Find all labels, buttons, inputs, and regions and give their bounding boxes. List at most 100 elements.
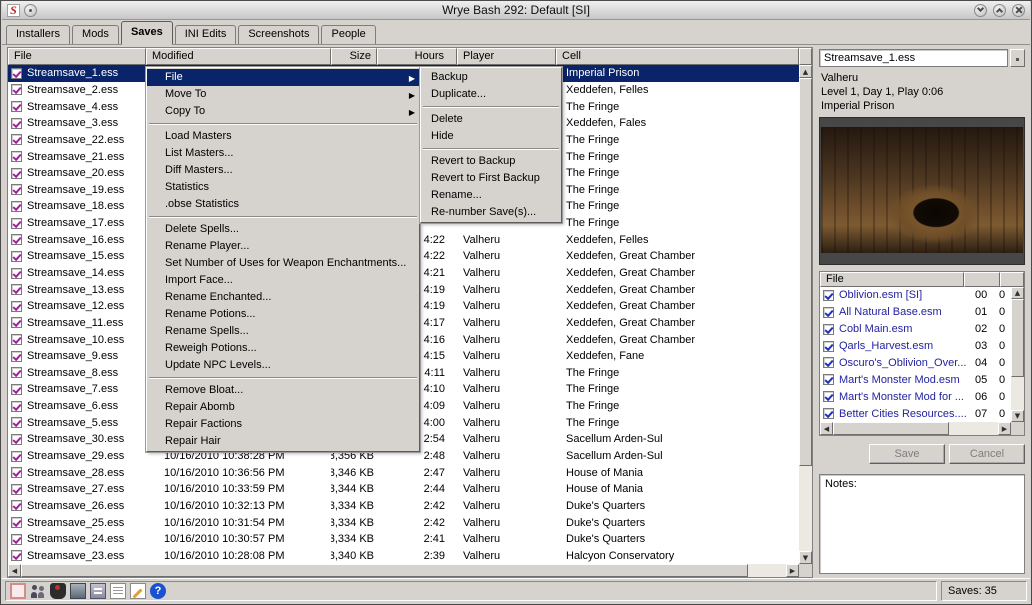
save-checkbox[interactable]	[11, 217, 22, 229]
scroll-up-icon[interactable]: ▲	[799, 65, 812, 78]
menu-item-delete-spells...[interactable]: Delete Spells... ▶	[147, 221, 419, 238]
submenu-item-rename...[interactable]: Rename... ▶	[421, 187, 561, 204]
save-checkbox[interactable]	[11, 383, 22, 395]
menu-item-rename-player...[interactable]: Rename Player... ▶	[147, 238, 419, 255]
save-checkbox[interactable]	[11, 151, 22, 163]
save-row-streamsave_28.ess[interactable]: Streamsave_28.ess 10/16/2010 10:36:56 PM…	[8, 464, 799, 481]
master-checkbox[interactable]	[823, 323, 834, 335]
save-checkbox[interactable]	[11, 433, 22, 445]
save-row-streamsave_24.ess[interactable]: Streamsave_24.ess 10/16/2010 10:30:57 PM…	[8, 531, 799, 548]
master-row-better-cities-resources....[interactable]: Better Cities Resources.... 07 0	[820, 405, 1011, 422]
scroll-track[interactable]	[799, 78, 812, 551]
save-checkbox[interactable]	[11, 267, 22, 279]
launcher-icon[interactable]	[10, 583, 26, 599]
submenu-item-re-number-save-s-...[interactable]: Re-number Save(s)... ▶	[421, 204, 561, 221]
submenu-item-duplicate...[interactable]: Duplicate... ▶	[421, 86, 561, 103]
menu-item-move-to[interactable]: Move To ▶	[147, 86, 419, 103]
save-button[interactable]: Save	[869, 444, 945, 464]
save-checkbox[interactable]	[11, 417, 22, 429]
column-header-file[interactable]: File	[8, 48, 146, 65]
masters-column-header-file[interactable]: File	[820, 272, 964, 287]
menu-item-copy-to[interactable]: Copy To ▶	[147, 103, 419, 120]
scroll-down-icon[interactable]: ▼	[1011, 410, 1024, 422]
saves-vertical-scrollbar[interactable]: ▲ ▼	[799, 65, 812, 564]
submenu-item-revert-to-first-backup[interactable]: Revert to First Backup ▶	[421, 170, 561, 187]
master-row-cobl-main.esm[interactable]: Cobl Main.esm 02 0	[820, 321, 1011, 338]
save-checkbox[interactable]	[11, 350, 22, 362]
controller-icon[interactable]	[50, 583, 66, 599]
edit-icon[interactable]	[130, 583, 146, 599]
submenu-item-hide[interactable]: Hide ▶	[421, 128, 561, 145]
scroll-right-icon[interactable]: ▶	[998, 422, 1011, 435]
notes-area[interactable]: Notes:	[819, 474, 1025, 574]
menu-item-repair-hair[interactable]: Repair Hair ▶	[147, 433, 419, 450]
scroll-thumb[interactable]	[833, 422, 949, 435]
menu-item-update-npc-levels...[interactable]: Update NPC Levels... ▶	[147, 357, 419, 374]
column-header-hours[interactable]: Hours	[377, 48, 457, 65]
save-checkbox[interactable]	[11, 101, 22, 113]
masters-column-header-index[interactable]	[964, 272, 1000, 287]
window-menu-button[interactable]	[24, 3, 37, 17]
save-checkbox[interactable]	[11, 334, 22, 346]
column-header-cell[interactable]: Cell	[556, 48, 799, 65]
menu-item-remove-bloat...[interactable]: Remove Bloat... ▶	[147, 382, 419, 399]
save-checkbox[interactable]	[11, 550, 22, 562]
master-checkbox[interactable]	[823, 306, 834, 318]
tab-screenshots[interactable]: Screenshots	[238, 25, 320, 44]
scroll-left-icon[interactable]: ◀	[820, 422, 833, 435]
menu-item-repair-abomb[interactable]: Repair Abomb ▶	[147, 399, 419, 416]
menu-item-load-masters[interactable]: Load Masters ▶	[147, 128, 419, 145]
menu-item-reweigh-potions...[interactable]: Reweigh Potions... ▶	[147, 340, 419, 357]
help-icon[interactable]	[150, 583, 166, 599]
save-checkbox[interactable]	[11, 517, 22, 529]
people-icon[interactable]	[30, 583, 46, 599]
scroll-left-icon[interactable]: ◀	[8, 564, 21, 577]
filename-side-button[interactable]	[1010, 49, 1025, 67]
save-checkbox[interactable]	[11, 167, 22, 179]
master-checkbox[interactable]	[823, 289, 834, 301]
column-header-modified[interactable]: Modified	[146, 48, 331, 65]
save-checkbox[interactable]	[11, 284, 22, 296]
save-checkbox[interactable]	[11, 184, 22, 196]
master-row-all-natural-base.esm[interactable]: All Natural Base.esm 01 0	[820, 304, 1011, 321]
menu-item-rename-enchanted...[interactable]: Rename Enchanted... ▶	[147, 289, 419, 306]
tab-installers[interactable]: Installers	[6, 25, 71, 44]
save-checkbox[interactable]	[11, 467, 22, 479]
save-row-streamsave_23.ess[interactable]: Streamsave_23.ess 10/16/2010 10:28:08 PM…	[8, 548, 799, 564]
close-button[interactable]	[1012, 3, 1025, 17]
save-checkbox[interactable]	[11, 117, 22, 129]
menu-item-set-number-of-uses-for-weapon-enchantments...[interactable]: Set Number of Uses for Weapon Enchantmen…	[147, 255, 419, 272]
menu-item-.obse-statistics[interactable]: .obse Statistics ▶	[147, 196, 419, 213]
save-checkbox[interactable]	[11, 234, 22, 246]
tab-mods[interactable]: Mods	[72, 25, 119, 44]
menu-item-import-face...[interactable]: Import Face... ▶	[147, 272, 419, 289]
save-row-streamsave_26.ess[interactable]: Streamsave_26.ess 10/16/2010 10:32:13 PM…	[8, 498, 799, 515]
submenu-item-backup[interactable]: Backup ▶	[421, 69, 561, 86]
save-checkbox[interactable]	[11, 450, 22, 462]
save-checkbox[interactable]	[11, 84, 22, 96]
save-row-streamsave_25.ess[interactable]: Streamsave_25.ess 10/16/2010 10:31:54 PM…	[8, 514, 799, 531]
cancel-button[interactable]: Cancel	[949, 444, 1025, 464]
save-checkbox[interactable]	[11, 400, 22, 412]
save-row-streamsave_27.ess[interactable]: Streamsave_27.ess 10/16/2010 10:33:59 PM…	[8, 481, 799, 498]
scroll-thumb[interactable]	[21, 564, 748, 577]
title-bar[interactable]: S Wrye Bash 292: Default [SI]	[2, 1, 1030, 20]
save-checkbox[interactable]	[11, 250, 22, 262]
menu-item-rename-potions...[interactable]: Rename Potions... ▶	[147, 306, 419, 323]
submenu-item-revert-to-backup[interactable]: Revert to Backup ▶	[421, 153, 561, 170]
scroll-track[interactable]	[21, 564, 786, 577]
save-checkbox[interactable]	[11, 500, 22, 512]
scroll-thumb[interactable]	[1011, 299, 1024, 377]
save-filename-input[interactable]	[819, 49, 1008, 67]
scroll-right-icon[interactable]: ▶	[786, 564, 799, 577]
tab-saves[interactable]: Saves	[120, 21, 173, 45]
tools-icon[interactable]	[90, 583, 106, 599]
scroll-thumb[interactable]	[799, 78, 812, 466]
tab-people[interactable]: People	[321, 25, 376, 44]
save-checkbox[interactable]	[11, 317, 22, 329]
save-checkbox[interactable]	[11, 134, 22, 146]
master-checkbox[interactable]	[823, 374, 834, 386]
master-row-oscuro-s_oblivion_over...[interactable]: Oscuro's_Oblivion_Over... 04 0	[820, 355, 1011, 372]
menu-item-diff-masters...[interactable]: Diff Masters... ▶	[147, 162, 419, 179]
menu-item-statistics[interactable]: Statistics ▶	[147, 179, 419, 196]
